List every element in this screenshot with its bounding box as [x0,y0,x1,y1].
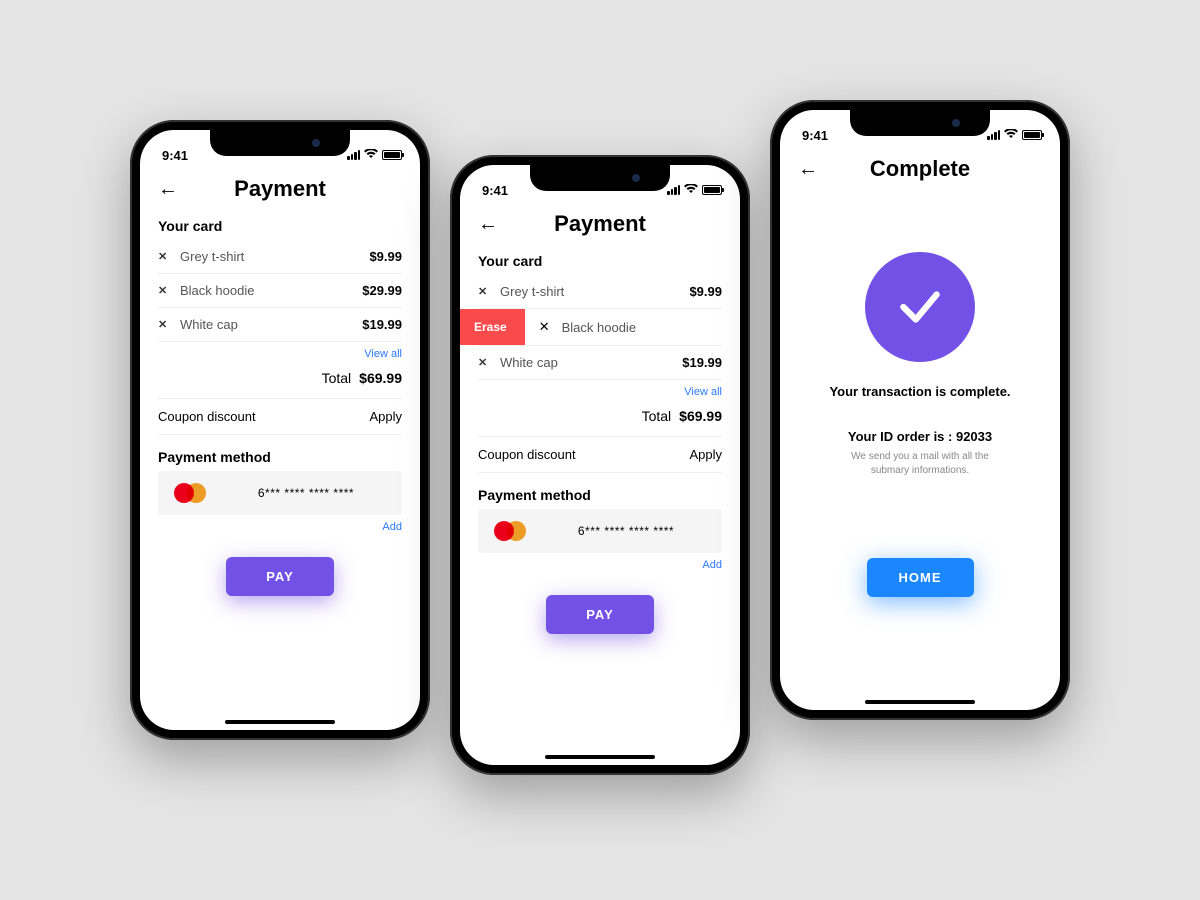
cart-item: ✕ Grey t-shirt $9.99 [158,240,402,274]
order-id-line: Your ID order is : 92033 [804,429,1036,444]
payment-card[interactable]: 6*** **** **** **** [478,509,722,553]
total-row: Total $69.99 [158,366,402,398]
device-notch [530,165,670,191]
item-name: Grey t-shirt [500,284,677,299]
signal-icon [347,150,360,160]
home-indicator[interactable] [225,720,335,724]
remove-item-icon[interactable]: ✕ [539,319,550,335]
item-name: Black hoodie [180,283,350,298]
item-price: $29.99 [362,283,402,298]
total-label: Total [322,370,352,386]
item-price: $19.99 [362,317,402,332]
coupon-row: Coupon discount Apply [478,436,722,473]
cart-item: ✕ Black hoodie $29.99 [158,274,402,308]
pay-button[interactable]: PAY [226,557,334,596]
item-name: Grey t-shirt [180,249,357,264]
item-name: White cap [500,355,670,370]
wifi-icon [1004,129,1018,142]
remove-item-icon[interactable]: ✕ [478,285,488,298]
payment-method-heading: Payment method [478,487,722,503]
coupon-row: Coupon discount Apply [158,398,402,435]
wifi-icon [364,149,378,162]
home-button[interactable]: HOME [867,558,974,597]
battery-icon [1022,130,1042,140]
item-price: $9.99 [689,284,722,299]
battery-icon [382,150,402,160]
coupon-label: Coupon discount [478,447,576,462]
remove-item-icon[interactable]: ✕ [478,356,488,369]
cart-item: ✕ White cap $19.99 [158,308,402,342]
pay-button[interactable]: PAY [546,595,654,634]
view-all-link[interactable]: View all [478,380,722,404]
complete-message: Your transaction is complete. [804,384,1036,399]
success-check-icon [865,252,975,362]
total-row: Total $69.99 [478,404,722,436]
add-card-link[interactable]: Add [478,553,722,577]
device-notch [850,110,990,136]
cart-heading: Your card [158,218,402,234]
coupon-label: Coupon discount [158,409,256,424]
status-time: 9:41 [482,183,508,198]
home-indicator[interactable] [865,700,975,704]
page-title: Complete [798,156,1042,182]
cart-item: ✕ White cap $19.99 [478,346,722,380]
payment-method-heading: Payment method [158,449,402,465]
wifi-icon [684,184,698,197]
signal-icon [667,185,680,195]
cart-item: ✕ Grey t-shirt $9.99 [478,275,722,309]
total-value: $69.99 [679,408,722,424]
apply-coupon-button[interactable]: Apply [689,447,722,462]
status-time: 9:41 [802,128,828,143]
remove-item-icon[interactable]: ✕ [158,250,168,263]
payment-card[interactable]: 6*** **** **** **** [158,471,402,515]
view-all-link[interactable]: View all [158,342,402,366]
home-indicator[interactable] [545,755,655,759]
status-time: 9:41 [162,148,188,163]
apply-coupon-button[interactable]: Apply [369,409,402,424]
device-notch [210,130,350,156]
item-price: $19.99 [682,355,722,370]
complete-subtext: We send you a mail with all the submary … [835,450,1005,478]
total-label: Total [642,408,672,424]
cart-heading: Your card [478,253,722,269]
card-number-masked: 6*** **** **** **** [546,524,706,538]
erase-button[interactable]: Erase [460,309,525,345]
cart-item-swiped: Erase ✕ Black hoodie [478,309,722,346]
phone-mockup-1: 9:41 ← Payment Your card ✕ Grey t-shirt … [130,120,430,740]
phone-mockup-2: 9:41 ← Payment Your card ✕ Grey t-shirt … [450,155,750,775]
mastercard-icon [494,521,526,541]
signal-icon [987,130,1000,140]
total-value: $69.99 [359,370,402,386]
phone-mockup-3: 9:41 ← Complete Your transaction is comp… [770,100,1070,720]
item-price: $9.99 [369,249,402,264]
add-card-link[interactable]: Add [158,515,402,539]
remove-item-icon[interactable]: ✕ [158,318,168,331]
page-title: Payment [478,211,722,237]
remove-item-icon[interactable]: ✕ [158,284,168,297]
mastercard-icon [174,483,206,503]
page-title: Payment [158,176,402,202]
card-number-masked: 6*** **** **** **** [226,486,386,500]
item-name: White cap [180,317,350,332]
item-name: Black hoodie [562,320,636,335]
battery-icon [702,185,722,195]
